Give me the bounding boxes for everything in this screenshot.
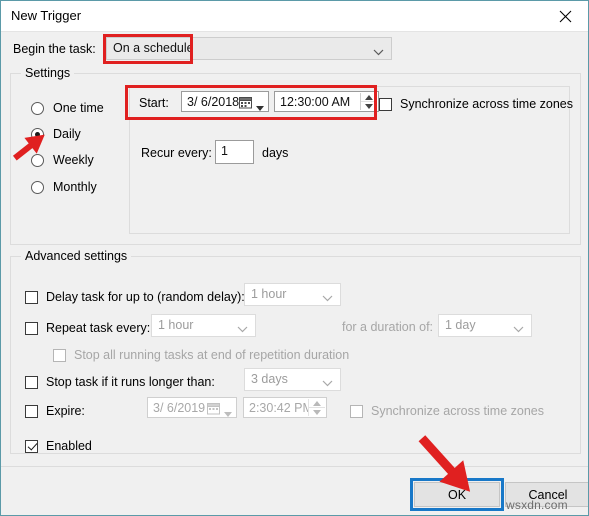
stop-task-longer-value: 3 days <box>251 372 288 386</box>
radio-weekly-mark <box>31 153 44 167</box>
stop-all-running-label: Stop all running tasks at end of repetit… <box>74 348 350 362</box>
radio-weekly[interactable]: Weekly <box>31 150 94 170</box>
radio-one-time-label: One time <box>53 101 104 115</box>
expire-time-value: 2:30:42 PM <box>249 401 313 415</box>
radio-daily[interactable]: Daily <box>31 124 81 144</box>
delay-task-label: Delay task for up to (random delay): <box>46 290 245 304</box>
spinner-up[interactable] <box>309 399 325 408</box>
repeat-task-combobox[interactable]: 1 hour <box>151 314 256 337</box>
expire-mark <box>25 404 38 418</box>
settings-group: Settings One time Daily Weekly Monthly S… <box>10 66 581 245</box>
begin-task-combobox[interactable]: On a schedule <box>106 37 392 60</box>
radio-monthly[interactable]: Monthly <box>31 177 97 197</box>
delay-task-mark <box>25 290 38 304</box>
start-time-field[interactable]: 12:30:00 AM <box>274 91 379 112</box>
chevron-down-icon <box>237 322 248 336</box>
radio-one-time-mark <box>31 101 44 115</box>
recur-unit-label: days <box>262 146 289 160</box>
stop-all-running-checkbox[interactable]: Stop all running tasks at end of repetit… <box>53 346 349 364</box>
chevron-down-icon <box>513 322 524 336</box>
stop-all-running-mark <box>53 348 66 362</box>
chevron-down-icon <box>322 291 333 305</box>
ok-button[interactable]: OK <box>414 482 500 507</box>
repeat-task-value: 1 hour <box>158 318 194 332</box>
radio-monthly-label: Monthly <box>53 180 97 194</box>
chevron-down-icon <box>373 45 384 59</box>
radio-weekly-label: Weekly <box>53 153 94 167</box>
stop-task-longer-mark <box>25 375 38 389</box>
expire-label: Expire: <box>46 404 85 418</box>
duration-label: for a duration of: <box>342 320 434 334</box>
sync-time-zones-checkbox[interactable]: Synchronize across time zones <box>379 95 573 113</box>
new-trigger-dialog: New Trigger Begin the task: On a schedul… <box>0 0 589 516</box>
repeat-task-label: Repeat task every: <box>46 321 151 335</box>
radio-daily-label: Daily <box>53 127 81 141</box>
date-dropdown-icon[interactable] <box>224 406 232 420</box>
radio-daily-mark <box>31 127 44 141</box>
duration-value: 1 day <box>445 318 476 332</box>
start-label: Start: <box>139 96 169 110</box>
sync-time-zones-mark <box>379 97 392 111</box>
date-dropdown-icon[interactable] <box>256 100 264 114</box>
watermark: wsxdn.com <box>506 498 568 512</box>
begin-task-row: Begin the task: On a schedule <box>1 34 588 68</box>
recur-every-value: 1 <box>221 144 228 158</box>
enabled-mark <box>25 439 38 453</box>
expire-checkbox[interactable]: Expire: <box>25 402 85 420</box>
expire-sync-label: Synchronize across time zones <box>371 404 544 418</box>
enabled-checkbox[interactable]: Enabled <box>25 437 92 455</box>
spinner-down[interactable] <box>361 102 377 111</box>
chevron-down-icon <box>322 376 333 390</box>
calendar-icon <box>207 402 220 415</box>
settings-legend: Settings <box>21 66 75 80</box>
repeat-task-checkbox[interactable]: Repeat task every: <box>25 319 150 337</box>
stop-task-longer-combobox[interactable]: 3 days <box>244 368 341 391</box>
window-title: New Trigger <box>11 8 82 23</box>
delay-task-combobox[interactable]: 1 hour <box>244 283 341 306</box>
recur-every-input[interactable]: 1 <box>215 140 254 164</box>
start-time-value: 12:30:00 AM <box>280 95 351 109</box>
close-glyph <box>559 10 572 22</box>
time-spinner[interactable] <box>360 93 377 110</box>
duration-combobox[interactable]: 1 day <box>438 314 532 337</box>
advanced-legend: Advanced settings <box>21 249 132 263</box>
recur-every-label: Recur every: <box>141 146 212 160</box>
spinner-down[interactable] <box>309 408 325 417</box>
radio-monthly-mark <box>31 180 44 194</box>
radio-one-time[interactable]: One time <box>31 98 104 118</box>
expire-date-value: 3/ 6/2019 <box>153 401 206 415</box>
expire-sync-mark <box>350 404 363 418</box>
start-date-field[interactable]: 3/ 6/2018 <box>181 91 269 112</box>
begin-task-value: On a schedule <box>113 41 194 55</box>
sync-time-zones-label: Synchronize across time zones <box>400 97 573 111</box>
calendar-icon <box>239 96 252 109</box>
spinner-up[interactable] <box>361 93 377 102</box>
bottom-separator <box>1 466 588 467</box>
begin-task-label: Begin the task: <box>13 42 96 56</box>
stop-task-longer-checkbox[interactable]: Stop task if it runs longer than: <box>25 373 215 391</box>
repeat-task-mark <box>25 321 38 335</box>
expire-time-spinner[interactable] <box>308 399 325 416</box>
expire-date-field[interactable]: 3/ 6/2019 <box>147 397 237 418</box>
delay-task-value: 1 hour <box>251 287 287 301</box>
title-bar: New Trigger <box>1 1 588 32</box>
start-date-value: 3/ 6/2018 <box>187 95 240 109</box>
stop-task-longer-label: Stop task if it runs longer than: <box>46 375 215 389</box>
expire-time-field[interactable]: 2:30:42 PM <box>243 397 327 418</box>
advanced-settings-group: Advanced settings Delay task for up to (… <box>10 249 581 455</box>
enabled-label: Enabled <box>46 439 92 453</box>
delay-task-checkbox[interactable]: Delay task for up to (random delay): <box>25 288 245 306</box>
close-icon[interactable] <box>543 1 588 31</box>
expire-sync-time-zones-checkbox[interactable]: Synchronize across time zones <box>350 402 544 420</box>
